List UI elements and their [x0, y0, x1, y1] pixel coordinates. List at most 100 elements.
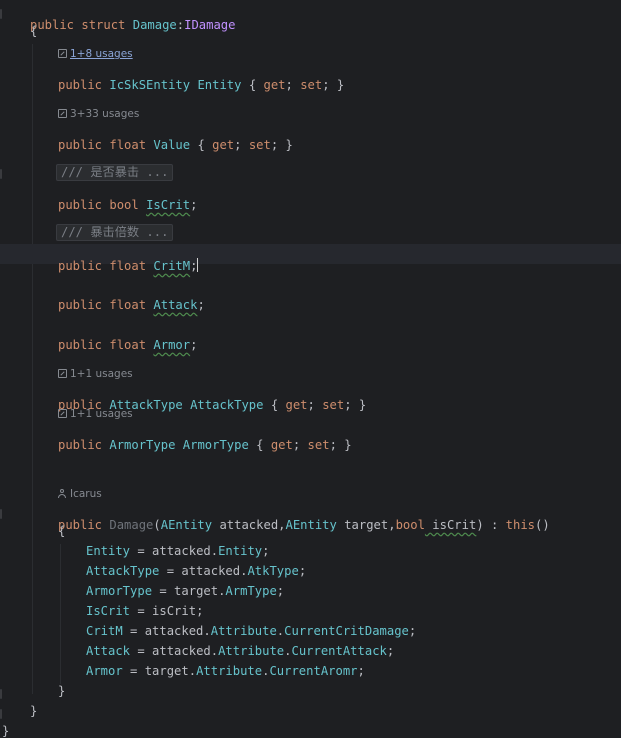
semicolon-brace: ; } [329, 438, 352, 452]
struct-declaration[interactable]: public struct Damage:IDamage [30, 4, 236, 32]
keyword-struct: struct [81, 18, 126, 32]
gutter-marker [0, 509, 2, 519]
property-type: float [109, 138, 147, 152]
semicolon: ; [190, 338, 198, 352]
usages-hint-value[interactable]: 3+33 usages [58, 104, 139, 124]
doc-comment-iscrit[interactable]: /// 是否暴击 ... [56, 164, 174, 181]
attack-field[interactable]: public float Attack; [58, 284, 205, 312]
folded-comment[interactable]: /// 是否暴击 ... [56, 164, 174, 181]
assign-armor[interactable]: Armor = target.Attribute.CurrentAromr; [86, 664, 365, 678]
assign-source: CurrentAttack [291, 644, 387, 658]
accessor-get: get [285, 398, 308, 412]
semicolon: ; [234, 138, 249, 152]
assign-source: AtkType [247, 564, 299, 578]
property-type: ArmorType [109, 438, 176, 452]
assign-op: = attacked. [130, 544, 219, 558]
author-name: Icarus [70, 488, 102, 500]
semicolon: ; [357, 664, 365, 678]
semicolon: ; [285, 78, 301, 92]
ctor-close-brace: } [58, 684, 66, 698]
editor-gutter [0, 0, 6, 735]
semicolon: ; [197, 298, 205, 312]
assign-target: IsCrit [86, 604, 131, 618]
usages-hint-armortype[interactable]: 1+1 usages [58, 404, 133, 424]
assign-iscrit[interactable]: IsCrit = isCrit; [86, 604, 203, 618]
constructor-name: Damage [109, 518, 154, 532]
assign-source: Entity [218, 544, 263, 558]
property-name: ArmorType [182, 438, 249, 452]
usages-icon [58, 369, 67, 378]
assign-entity[interactable]: Entity = attacked.Entity; [86, 544, 269, 558]
armortype-property[interactable]: public ArmorType ArmorType { get; set; } [58, 424, 352, 452]
brace: { [248, 78, 264, 92]
brace: { [270, 398, 286, 412]
assign-target: CritM [86, 624, 123, 638]
semicolon: ; [307, 398, 323, 412]
struct-open-brace: { [30, 24, 38, 38]
param-name: isCrit [424, 518, 477, 532]
gutter-marker [0, 169, 2, 179]
assign-critm[interactable]: CritM = attacked.Attribute.CurrentCritDa… [86, 624, 416, 638]
struct-close-brace: } [30, 704, 38, 718]
usages-hint-text: 3+33 usages [70, 108, 140, 120]
assign-op: = target. [122, 664, 197, 678]
paren-pair: () [535, 518, 550, 532]
keyword-public: public [58, 138, 103, 152]
folded-comment[interactable]: /// 暴击倍数 ... [56, 224, 174, 241]
iscrit-field[interactable]: public bool IsCrit; [58, 184, 197, 212]
constructor-declaration[interactable]: public Damage(AEntity attacked,AEntity t… [58, 504, 550, 532]
field-name: Armor [153, 338, 191, 352]
gutter-marker [0, 709, 2, 719]
semicolon: ; [276, 584, 285, 598]
assign-op: = attacked. [130, 644, 219, 658]
assign-attack[interactable]: Attack = attacked.Attribute.CurrentAttac… [86, 644, 394, 658]
indent-guide [32, 44, 33, 694]
semicolon-brace: ; } [270, 138, 293, 152]
accessor-get: get [212, 138, 235, 152]
param-name: target, [336, 518, 396, 532]
semicolon-brace: ; } [322, 78, 345, 92]
accessor-get: get [270, 438, 293, 452]
keyword-public: public [58, 78, 103, 92]
value-property[interactable]: public float Value { get; set; } [58, 124, 293, 152]
interface-name: IDamage [184, 18, 236, 32]
keyword-public: public [58, 338, 103, 352]
assign-source: CurrentAromr [269, 664, 358, 678]
text-caret [197, 258, 199, 272]
member-access: Attribute [218, 644, 285, 658]
semicolon: ; [292, 438, 308, 452]
semicolon: ; [298, 564, 307, 578]
person-icon [58, 489, 66, 498]
critm-field[interactable]: public float CritM; [58, 244, 199, 273]
param-type: AEntity [160, 518, 213, 532]
assign-source: ArmType [225, 584, 277, 598]
assign-attacktype[interactable]: AttackType = attacked.AtkType; [86, 564, 306, 578]
paren-open: ( [153, 518, 161, 532]
usages-icon [58, 49, 67, 58]
keyword-public: public [58, 198, 103, 212]
property-name: Entity [197, 78, 242, 92]
armor-field[interactable]: public float Armor; [58, 324, 197, 352]
accessor-set: set [300, 78, 323, 92]
assign-armortype[interactable]: ArmorType = target.ArmType; [86, 584, 284, 598]
indent-guide [60, 544, 61, 684]
usages-hint-attacktype[interactable]: 1+1 usages [58, 364, 133, 384]
brace: { [197, 138, 213, 152]
field-name: CritM [153, 259, 191, 273]
gutter-marker [0, 9, 2, 19]
field-type: float [109, 298, 147, 312]
usages-hint-text: 1+1 usages [70, 408, 133, 420]
field-name: IsCrit [146, 198, 191, 212]
assign-op: = isCrit; [130, 604, 204, 618]
author-hint[interactable]: Icarus [58, 484, 102, 504]
field-type: float [109, 259, 147, 273]
assign-op: = target. [152, 584, 226, 598]
file-close-brace: } [2, 724, 10, 738]
doc-comment-critm[interactable]: /// 暴击倍数 ... [56, 224, 174, 241]
usages-hint-entity[interactable]: 1+8 usages [58, 44, 133, 64]
param-type: AEntity [285, 518, 337, 532]
entity-property[interactable]: public IcSkSEntity Entity { get; set; } [58, 64, 344, 92]
field-type: bool [109, 198, 139, 212]
usages-hint-text: 1+1 usages [70, 368, 133, 380]
gutter-marker [0, 689, 2, 699]
